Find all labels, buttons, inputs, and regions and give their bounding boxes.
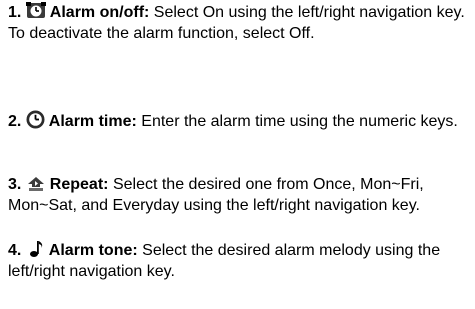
- list-item-repeat: 3. Repeat: Select the desired one from O…: [8, 174, 470, 216]
- item-paragraph: 3. Repeat: Select the desired one from O…: [8, 174, 470, 216]
- item-number: 4.: [8, 242, 22, 259]
- item-text: Enter the alarm time using the numeric k…: [141, 113, 458, 130]
- item-number: 3.: [8, 176, 22, 193]
- item-paragraph: 1. Alarm on/off: Select On using the lef…: [8, 2, 470, 23]
- item-heading: Alarm on/off:: [49, 4, 150, 21]
- item-paragraph: 4. Alarm tone: Select the desired alarm …: [8, 239, 470, 282]
- list-item-alarm-time: 2. Alarm time: Enter the alarm time usin…: [8, 110, 470, 132]
- item-note: To deactivate the alarm function, select…: [8, 25, 315, 42]
- item-heading: Repeat:: [49, 176, 109, 193]
- list-item-alarm-on-off: 1. Alarm on/off: Select On using the lef…: [8, 2, 470, 44]
- item-number: 1.: [8, 4, 22, 21]
- item-paragraph: 2. Alarm time: Enter the alarm time usin…: [8, 110, 470, 132]
- repeat-icon: [26, 176, 46, 192]
- clock-icon: [26, 110, 45, 129]
- item-number: 2.: [8, 113, 22, 130]
- list-item-alarm-tone: 4. Alarm tone: Select the desired alarm …: [8, 239, 470, 282]
- item-heading: Alarm time:: [48, 113, 137, 130]
- instruction-list: 1. Alarm on/off: Select On using the lef…: [0, 0, 475, 309]
- alarm-clock-icon: [25, 2, 46, 20]
- music-note-icon: [29, 239, 45, 258]
- item-heading: Alarm tone:: [48, 242, 138, 259]
- item-text: Select On using the left/right navigatio…: [153, 4, 465, 21]
